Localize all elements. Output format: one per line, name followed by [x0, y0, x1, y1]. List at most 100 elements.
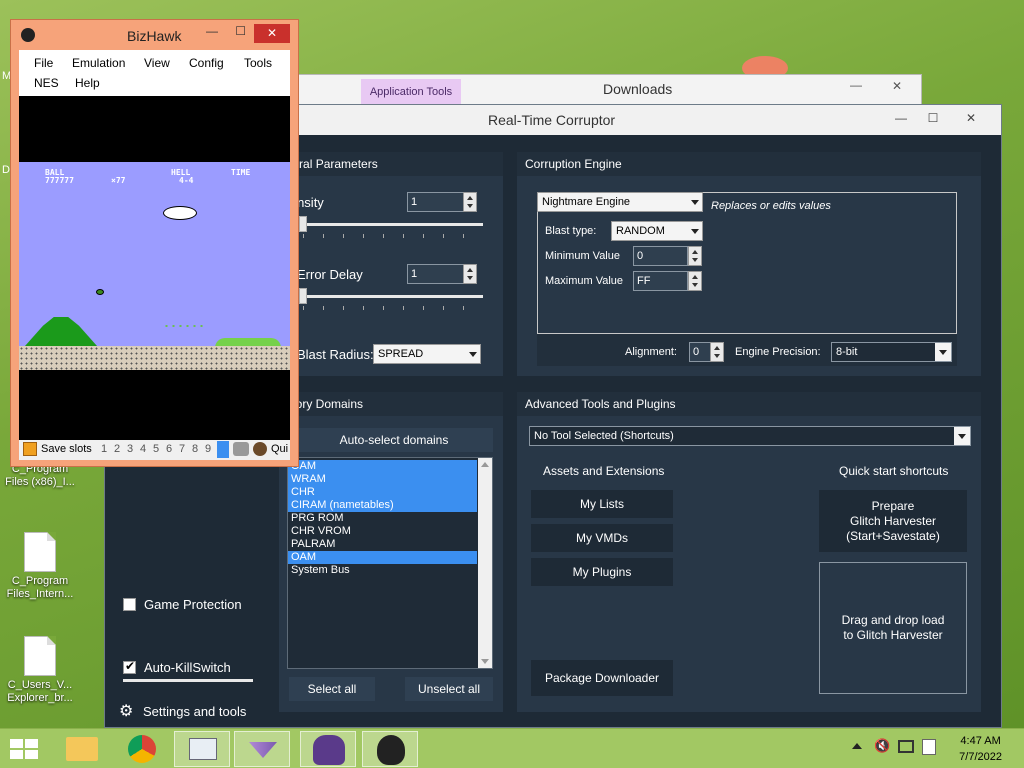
save-slot-7[interactable]: 7 — [179, 443, 185, 455]
max-value-input[interactable]: FF — [633, 271, 688, 291]
blast-radius-select[interactable]: SPREAD — [373, 344, 481, 364]
menu-emulation[interactable]: Emulation — [72, 56, 125, 70]
save-slot-0-selected[interactable] — [217, 441, 229, 458]
tool-select[interactable]: No Tool Selected (Shortcuts) — [529, 426, 971, 446]
taskbar-file-explorer[interactable] — [54, 731, 110, 767]
prepare-glitch-harvester-button[interactable]: Prepare Glitch Harvester (Start+Savestat… — [819, 490, 967, 552]
maximize-button[interactable]: ☐ — [919, 108, 947, 128]
maximize-button[interactable]: ☐ — [235, 24, 246, 38]
error-delay-slider-track[interactable] — [299, 295, 483, 298]
engine-precision-value: 8-bit — [836, 346, 858, 358]
auto-killswitch-checkbox[interactable] — [123, 659, 136, 674]
min-value-input[interactable]: 0 — [633, 246, 688, 266]
menu-view[interactable]: View — [144, 56, 170, 70]
close-button[interactable]: ✕ — [951, 108, 991, 128]
memory-domain-item[interactable]: WRAM — [288, 473, 477, 486]
save-slot-6[interactable]: 6 — [166, 443, 172, 455]
save-slot-5[interactable]: 5 — [153, 443, 159, 455]
my-plugins-button[interactable]: My Plugins — [531, 558, 673, 586]
intensity-slider-track[interactable] — [299, 223, 483, 226]
desktop-icon-users[interactable]: C_Users_V... Explorer_br... — [0, 636, 80, 705]
system-clock[interactable]: 4:47 AM 7/7/2022 — [959, 733, 1002, 765]
ribbon-tab-application-tools[interactable]: Application Tools — [361, 79, 461, 105]
memory-domain-item[interactable]: CHR VROM — [288, 525, 477, 538]
blast-radius-value: SPREAD — [378, 348, 424, 360]
title-bar[interactable]: BizHawk — ☐ ✕ — [11, 20, 298, 50]
taskbar-app-window[interactable] — [174, 731, 230, 767]
clock-date: 7/7/2022 — [959, 751, 1002, 763]
save-slot-1[interactable]: 1 — [101, 443, 107, 455]
scroll-up-icon[interactable] — [481, 462, 489, 467]
settings-and-tools-button[interactable]: Settings and tools — [143, 704, 246, 719]
alignment-spinner[interactable] — [710, 342, 724, 362]
save-slot-3[interactable]: 3 — [127, 443, 133, 455]
scroll-down-icon[interactable] — [481, 659, 489, 664]
min-value-spinner[interactable] — [688, 246, 702, 266]
save-slot-4[interactable]: 4 — [140, 443, 146, 455]
menu-config[interactable]: Config — [189, 56, 224, 70]
save-slot-2[interactable]: 2 — [114, 443, 120, 455]
memory-domain-item[interactable]: CHR — [288, 486, 477, 499]
error-delay-input[interactable]: 1 — [407, 264, 464, 284]
max-value-spinner[interactable] — [688, 271, 702, 291]
my-lists-button[interactable]: My Lists — [531, 490, 673, 518]
network-icon[interactable] — [898, 740, 914, 753]
panel-header: eneral Parameters — [279, 152, 503, 176]
minimize-button[interactable]: — — [206, 24, 218, 38]
memory-domain-item[interactable]: PRG ROM — [288, 512, 477, 525]
intensity-slider-thumb[interactable] — [299, 216, 307, 232]
intensity-spinner[interactable] — [463, 192, 477, 212]
memory-domain-list[interactable]: OAM WRAM CHR CIRAM (nametables) PRG ROM CHR V… — [287, 457, 493, 669]
taskbar-rtc[interactable] — [300, 731, 356, 767]
memory-domain-item[interactable]: CIRAM (nametables) — [288, 499, 477, 512]
alignment-input[interactable]: 0 — [689, 342, 711, 362]
chevron-down-icon — [958, 434, 966, 439]
engine-precision-select[interactable]: 8-bit — [831, 342, 952, 362]
menu-tools[interactable]: Tools — [244, 56, 272, 70]
taskbar-bizhawk[interactable] — [362, 731, 418, 767]
game-ground — [19, 346, 290, 370]
auto-select-domains-button[interactable]: Auto-select domains — [295, 428, 493, 452]
taskbar-chrome[interactable] — [114, 731, 170, 767]
select-all-button[interactable]: Select all — [289, 677, 375, 701]
save-slot-8[interactable]: 8 — [192, 443, 198, 455]
my-vmds-button[interactable]: My VMDs — [531, 524, 673, 552]
game-protection-checkbox[interactable] — [123, 598, 136, 611]
blast-type-select[interactable]: RANDOM — [611, 221, 703, 241]
engine-select[interactable]: Nightmare Engine — [537, 192, 703, 212]
memory-domain-item[interactable]: OAM — [288, 460, 477, 473]
list-scrollbar[interactable] — [478, 458, 492, 668]
close-button[interactable]: ✕ — [879, 79, 915, 97]
volume-muted-icon[interactable]: 🔇 — [874, 739, 890, 753]
glitch-harvester-drop-zone[interactable]: Drag and drop load to Glitch Harvester — [819, 562, 967, 694]
document-icon — [24, 636, 56, 676]
error-delay-slider-thumb[interactable] — [299, 288, 307, 304]
prepare-line: (Start+Savestate) — [846, 528, 940, 543]
action-center-icon[interactable] — [922, 739, 936, 755]
menu-nes[interactable]: NES — [34, 76, 59, 90]
desktop-icon-program-files[interactable]: C_Program Files_Intern... — [0, 532, 80, 601]
chevron-down-icon — [469, 352, 477, 357]
windows-start-icon[interactable] — [10, 739, 38, 759]
taskbar-glitch-app[interactable] — [234, 731, 290, 767]
menu-help[interactable]: Help — [75, 76, 100, 90]
memory-domain-item[interactable]: PALRAM — [288, 538, 477, 551]
window-icon — [189, 738, 217, 760]
close-button[interactable]: ✕ — [254, 24, 290, 43]
menu-file[interactable]: File — [34, 56, 53, 70]
menu-bar: File Emulation View Config Tools NES Hel… — [19, 50, 290, 96]
gear-icon[interactable]: ⚙ — [119, 703, 137, 721]
minimize-button[interactable]: — — [841, 78, 871, 92]
tray-expand-icon[interactable] — [852, 743, 862, 749]
error-delay-spinner[interactable] — [463, 264, 477, 284]
save-slot-9[interactable]: 9 — [205, 443, 211, 455]
memory-domain-item[interactable]: System Bus — [288, 564, 477, 577]
package-downloader-button[interactable]: Package Downloader — [531, 660, 673, 696]
panel-header: emory Domains — [279, 392, 503, 416]
game-screen[interactable]: BALL 777777 ×77 HELL 4-4 TIME — [19, 96, 290, 440]
engine-precision-label: Engine Precision: — [735, 346, 821, 358]
memory-domain-item[interactable]: OAM — [288, 551, 477, 564]
minimize-button[interactable]: — — [887, 108, 915, 128]
unselect-all-button[interactable]: Unselect all — [405, 677, 493, 701]
intensity-input[interactable]: 1 — [407, 192, 464, 212]
